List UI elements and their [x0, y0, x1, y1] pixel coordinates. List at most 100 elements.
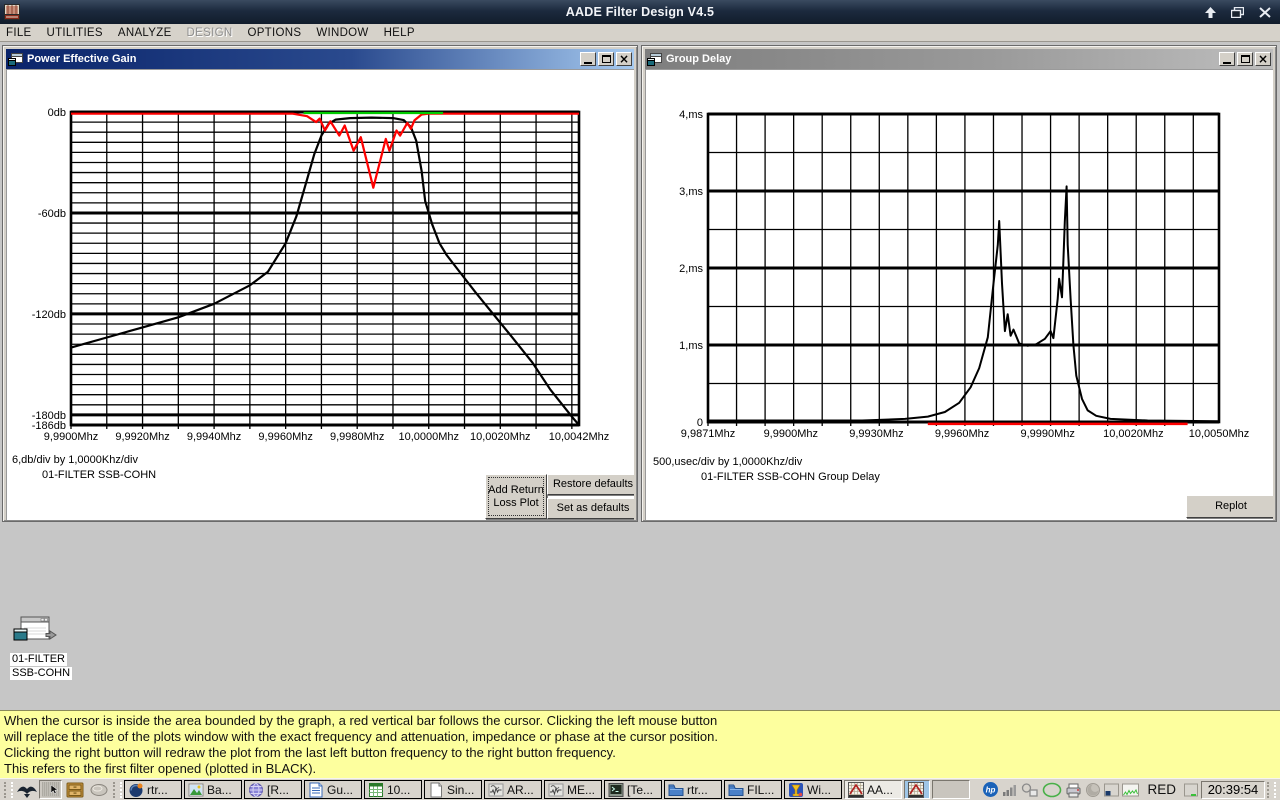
- delay-scale-caption: 500,usec/div by 1,0000Khz/div: [653, 455, 880, 470]
- desktop-shortcut-filter-file[interactable]: 01-FILTER SSB-COHN: [10, 616, 74, 680]
- menu-help[interactable]: HELP: [384, 27, 415, 39]
- taskbar-button-aa-12[interactable]: AA...: [844, 780, 902, 799]
- quicklaunch-show-desktop[interactable]: [39, 780, 62, 799]
- menu-analyze[interactable]: ANALYZE: [118, 27, 172, 39]
- gain-filter-caption: 01-FILTER SSB-COHN: [42, 468, 156, 483]
- taskbar-button-te-8[interactable]: [Te...: [604, 780, 662, 799]
- tray-cpu-monitor[interactable]: [1104, 782, 1119, 798]
- taskbar-button-10-4[interactable]: 10...: [364, 780, 422, 799]
- taskbar-button-rtr-0[interactable]: rtr...: [124, 780, 182, 799]
- taskbar-button-fil-10[interactable]: FIL...: [724, 780, 782, 799]
- hint-line-4: This refers to the first filter opened (…: [4, 761, 1276, 777]
- gain-maximize-button[interactable]: [598, 52, 614, 66]
- taskbar-button-gu-3[interactable]: Gu...: [304, 780, 362, 799]
- restore-button[interactable]: [1230, 6, 1245, 19]
- delay-plot[interactable]: 9,9871Mhz9,9900Mhz9,9930Mhz9,9960Mhz9,99…: [645, 69, 1273, 520]
- taskbar-button-label: AR...: [507, 783, 534, 797]
- svg-text:10,0042Mhz: 10,0042Mhz: [549, 431, 610, 443]
- quicklaunch-launcher-bird[interactable]: [15, 780, 39, 799]
- taskbar-button-label: rtr...: [147, 783, 168, 797]
- tray-hp[interactable]: hp: [982, 781, 999, 798]
- menu-window[interactable]: WINDOW: [316, 27, 368, 39]
- gain-caption: 6,db/div by 1,0000Khz/div 01-FILTER SSB-…: [12, 453, 156, 483]
- svg-text:9,9920Mhz: 9,9920Mhz: [115, 431, 169, 443]
- set-as-defaults-button[interactable]: Set as defaults: [547, 498, 634, 519]
- svg-text:-120db: -120db: [32, 309, 66, 321]
- signal-bars-icon: [1002, 782, 1018, 798]
- tray-net-monitor[interactable]: [1122, 782, 1139, 798]
- svg-text:9,9960Mhz: 9,9960Mhz: [258, 431, 312, 443]
- svg-text:10,0020Mhz: 10,0020Mhz: [470, 431, 531, 443]
- taskbar-button-wi-11[interactable]: Wi...: [784, 780, 842, 799]
- menu-utilities[interactable]: UTILITIES: [47, 27, 103, 39]
- taskbar-button-label: Wi...: [807, 783, 831, 797]
- taskbar-button-me-7[interactable]: ME...: [544, 780, 602, 799]
- taskbar-button-rtr-9[interactable]: rtr...: [664, 780, 722, 799]
- delay-close-button[interactable]: ×: [1255, 52, 1271, 66]
- gain-window-titlebar[interactable]: Power Effective Gain ×: [6, 49, 634, 69]
- svg-text:10,0020Mhz: 10,0020Mhz: [1103, 428, 1164, 440]
- taskbar-button-blank-14[interactable]: [932, 780, 970, 799]
- maximize-button[interactable]: [1203, 6, 1218, 19]
- taskbar-button-sin-5[interactable]: Sin...: [424, 780, 482, 799]
- gain-window-body: 9,9900Mhz9,9920Mhz9,9940Mhz9,9960Mhz9,99…: [6, 69, 634, 520]
- taskbar-button-ar-6[interactable]: AR...: [484, 780, 542, 799]
- app-titlebar[interactable]: AADE Filter Design V4.5: [0, 0, 1280, 24]
- globe-icon: [248, 782, 264, 798]
- gain-minimize-button[interactable]: [580, 52, 596, 66]
- taskbar-drag-handle[interactable]: [4, 782, 13, 798]
- gain-window: Power Effective Gain × 9,9900Mhz9,9920Mh…: [2, 45, 638, 522]
- taskbar-button-label: Gu...: [327, 783, 353, 797]
- add-return-loss-button[interactable]: Add Return Loss Plot: [485, 474, 547, 519]
- quicklaunch-ellipse-tool[interactable]: [87, 780, 111, 799]
- taskbar-button-label: AA...: [867, 783, 893, 797]
- delay-window-titlebar[interactable]: Group Delay ×: [645, 49, 1273, 69]
- delay-minimize-button[interactable]: [1219, 52, 1235, 66]
- taskbar-button-label: FIL...: [747, 783, 774, 797]
- tray-green-ellipse[interactable]: [1042, 782, 1062, 798]
- menu-file[interactable]: FILE: [6, 27, 32, 39]
- delay-maximize-button[interactable]: [1237, 52, 1253, 66]
- spreadsheet-icon: [368, 782, 384, 798]
- launcher-bird-icon: [15, 781, 39, 799]
- tray-diagram-shapes[interactable]: [1021, 782, 1039, 798]
- svg-text:9,9940Mhz: 9,9940Mhz: [187, 431, 241, 443]
- taskbar-button-ba-1[interactable]: Ba...: [184, 780, 242, 799]
- tray-mini-monitor[interactable]: [1184, 782, 1198, 798]
- terminal-icon: [608, 782, 624, 798]
- aade-grid-icon: [848, 782, 864, 798]
- taskbar-button-label: [R...: [267, 783, 289, 797]
- taskbar-button-r-2[interactable]: [R...: [244, 780, 302, 799]
- quicklaunch-file-drawer[interactable]: [63, 780, 87, 799]
- aade-grid-icon: [908, 782, 924, 798]
- desktop-shortcut-label-line2: SSB-COHN: [10, 667, 72, 680]
- restore-defaults-button[interactable]: Restore defaults: [547, 474, 634, 495]
- taskbar-drag-handle[interactable]: [113, 782, 122, 798]
- tray-printer[interactable]: [1065, 782, 1082, 798]
- menu-options[interactable]: OPTIONS: [247, 27, 301, 39]
- taskbar-drag-handle[interactable]: [1267, 782, 1276, 798]
- svg-text:-60db: -60db: [38, 208, 66, 220]
- svg-text:1,ms: 1,ms: [679, 340, 703, 352]
- filter2-gain-red-trace: [71, 114, 579, 188]
- taskbar-button-label: Sin...: [447, 783, 474, 797]
- hint-line-2: will replace the title of the plots wind…: [4, 729, 1276, 745]
- system-tray: hpRED20:39:54: [982, 781, 1265, 799]
- tray-shell[interactable]: [1085, 782, 1101, 798]
- hint-line-3: Clicking the right button will redraw th…: [4, 745, 1276, 761]
- opera-ball-icon: [128, 782, 144, 798]
- replot-button[interactable]: Replot: [1186, 495, 1273, 518]
- tray-signal-bars[interactable]: [1002, 782, 1018, 798]
- menubar: FILEUTILITIESANALYZEDESIGNOPTIONSWINDOWH…: [0, 24, 1280, 42]
- svg-text:9,9960Mhz: 9,9960Mhz: [935, 428, 989, 440]
- folder-icon: [668, 782, 684, 798]
- svg-text:0: 0: [697, 417, 703, 429]
- close-button[interactable]: [1257, 6, 1272, 19]
- taskbar-button-aade-grid-13[interactable]: [904, 780, 930, 799]
- taskbar: rtr... Ba... [R... Gu... 10... Sin... AR... ME.…: [0, 778, 1280, 800]
- taskbar-clock[interactable]: 20:39:54: [1201, 781, 1265, 799]
- taskbar-button-label: 10...: [387, 783, 410, 797]
- taskbar-button-label: [Te...: [627, 783, 653, 797]
- gain-close-button[interactable]: ×: [616, 52, 632, 66]
- green-ellipse-icon: [1042, 782, 1062, 798]
